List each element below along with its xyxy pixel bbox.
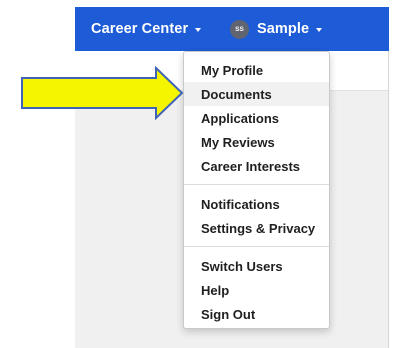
menu-item-my-reviews[interactable]: My Reviews	[184, 130, 329, 154]
arrow-shape	[21, 66, 184, 120]
menu-item-career-interests[interactable]: Career Interests	[184, 154, 329, 178]
menu-item-sign-out[interactable]: Sign Out	[184, 302, 329, 326]
career-center-menu[interactable]: Career Center	[91, 7, 202, 51]
menu-item-applications[interactable]: Applications	[184, 106, 329, 130]
menu-divider	[184, 184, 329, 185]
screenshot-stage: Career Center SS Sample My Profile Docum…	[0, 0, 393, 348]
avatar: SS	[230, 19, 249, 39]
caret-down-icon	[316, 28, 323, 32]
user-dropdown-menu: My Profile Documents Applications My Rev…	[183, 51, 330, 329]
menu-item-notifications[interactable]: Notifications	[184, 192, 329, 216]
menu-divider	[184, 246, 329, 247]
user-name-label: Sample	[257, 21, 310, 37]
menu-item-settings-privacy[interactable]: Settings & Privacy	[184, 216, 329, 240]
career-center-label: Career Center	[91, 21, 189, 37]
caret-down-icon	[195, 28, 202, 32]
menu-item-help[interactable]: Help	[184, 278, 329, 302]
arrow-right-icon	[21, 66, 184, 120]
menu-item-my-profile[interactable]: My Profile	[184, 58, 329, 82]
menu-item-switch-users[interactable]: Switch Users	[184, 254, 329, 278]
top-navbar: Career Center SS Sample	[75, 7, 389, 51]
menu-item-documents[interactable]: Documents	[184, 82, 329, 106]
user-menu[interactable]: SS Sample	[230, 7, 323, 51]
